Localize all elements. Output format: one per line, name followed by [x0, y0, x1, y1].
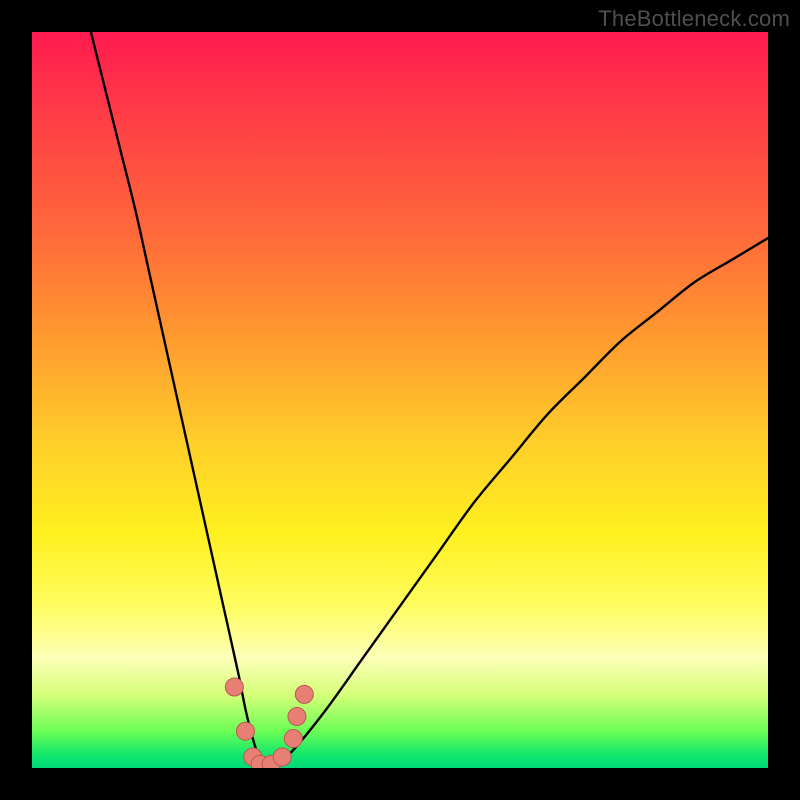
- curve-marker: [236, 722, 254, 740]
- curve-marker: [225, 678, 243, 696]
- curve-marker: [288, 707, 306, 725]
- curve-markers: [225, 678, 313, 768]
- curve-marker: [295, 685, 313, 703]
- plot-area: [32, 32, 768, 768]
- curve-marker: [273, 748, 291, 766]
- curve-svg: [32, 32, 768, 768]
- curve-line: [91, 32, 768, 768]
- watermark-text: TheBottleneck.com: [598, 6, 790, 32]
- curve-marker: [284, 730, 302, 748]
- chart-frame: TheBottleneck.com: [0, 0, 800, 800]
